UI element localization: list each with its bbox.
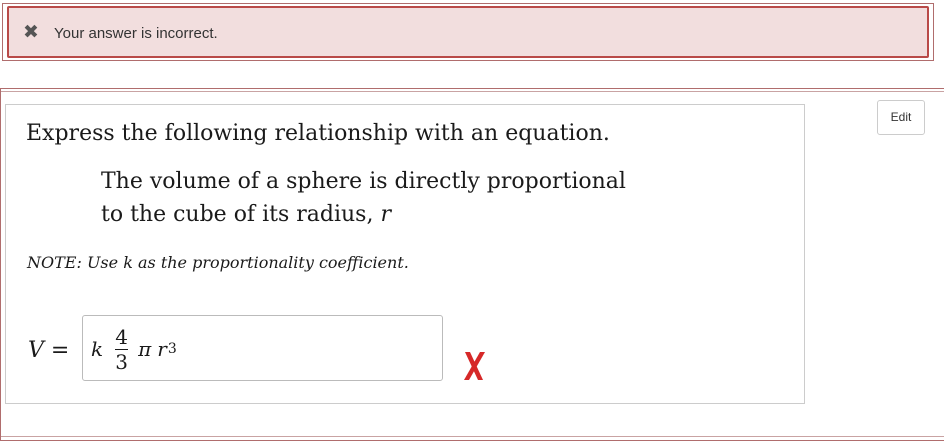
question-note: NOTE: Use k as the proportionality coeff…: [27, 253, 409, 272]
alert-message: Your answer is incorrect.: [54, 25, 218, 42]
question-statement: The volume of a sphere is directly propo…: [101, 165, 626, 231]
answer-lhs: V =: [28, 337, 69, 365]
statement-line-1: The volume of a sphere is directly propo…: [101, 169, 626, 194]
expr-fraction: 4 3: [115, 324, 129, 374]
statement-variable: r: [380, 202, 391, 227]
answer-input[interactable]: k 4 3 π r3: [82, 315, 443, 381]
expr-r: r: [157, 337, 167, 361]
expr-pi: π: [138, 337, 152, 361]
statement-line-2: to the cube of its radius, r: [101, 198, 626, 231]
incorrect-answer-alert: ✖ Your answer is incorrect.: [7, 6, 929, 58]
equals-sign: =: [50, 338, 70, 363]
lhs-variable: V: [28, 338, 44, 363]
expr-k: k: [91, 337, 104, 361]
answer-expression[interactable]: k 4 3 π r3: [91, 319, 177, 379]
edit-button[interactable]: Edit: [877, 100, 925, 135]
expr-exponent: 3: [167, 341, 177, 357]
red-x-icon: [464, 352, 485, 380]
x-icon: ✖: [23, 21, 39, 43]
question-card: Express the following relationship with …: [5, 104, 805, 404]
question-instruction: Express the following relationship with …: [26, 121, 610, 146]
fraction-numerator: 4: [115, 324, 128, 349]
statement-line-2-text: to the cube of its radius,: [101, 202, 374, 227]
fraction-denominator: 3: [115, 349, 128, 374]
